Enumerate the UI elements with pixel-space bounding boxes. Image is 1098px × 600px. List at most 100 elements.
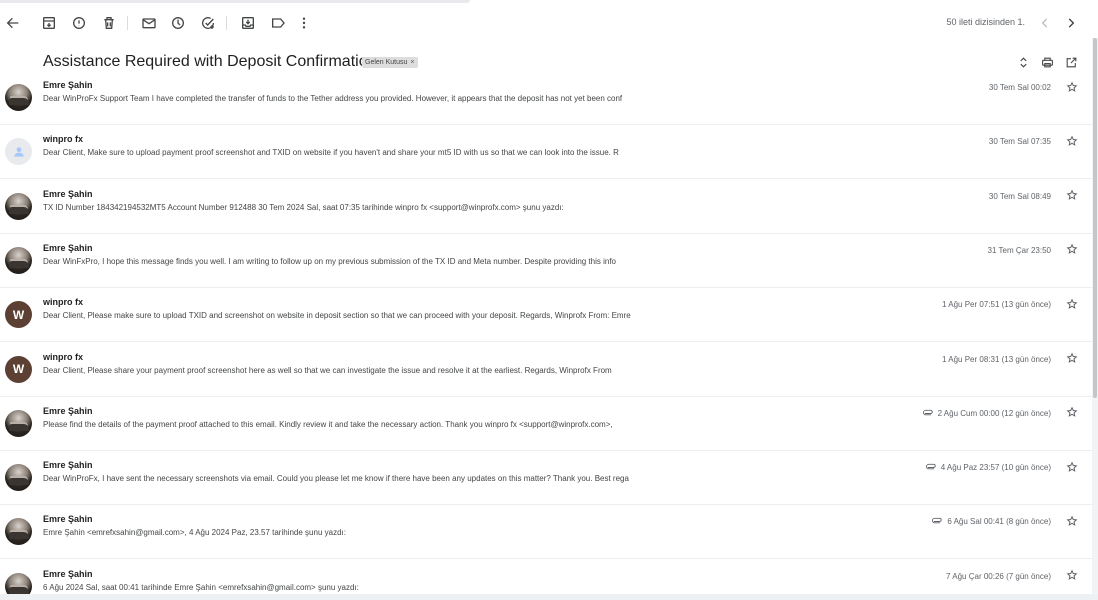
label-chip-inbox[interactable]: Gelen Kutusu × [362, 57, 418, 68]
label-chip-text: Gelen Kutusu [365, 59, 408, 66]
sender-name[interactable]: Emre Şahin [43, 514, 93, 524]
message-snippet: Dear WinProFx, I have sent the necessary… [43, 474, 629, 484]
avatar-photo [8, 98, 29, 105]
message-snippet: Dear Client, Please share your payment p… [43, 365, 612, 375]
sender-name[interactable]: winpro fx [43, 297, 83, 307]
avatar-letter: W [12, 362, 25, 376]
message-date: 6 Ağu Sal 00:41 (8 gün önce) [932, 517, 1051, 526]
message-date: 30 Tem Sal 08:49 [989, 192, 1051, 201]
avatar-photo [8, 532, 29, 540]
message-snippet: Dear Client, Please make sure to upload … [43, 311, 631, 321]
sender-name[interactable]: winpro fx [43, 134, 83, 144]
avatar-photo [8, 423, 29, 431]
message-row[interactable]: Emre Şahin Please find the details of the… [0, 397, 1092, 451]
avatar[interactable] [5, 409, 32, 437]
date-text: 1 Ağu Per 07:51 (13 gün önce) [942, 300, 1051, 310]
bottom-edge-strip [0, 594, 1098, 600]
toolbar-divider [226, 16, 227, 30]
star-icon[interactable] [1065, 297, 1078, 310]
message-date: 7 Ağu Çar 00:26 (7 gün önce) [946, 572, 1051, 581]
avatar[interactable] [5, 192, 32, 220]
person-icon [13, 147, 24, 157]
star-icon[interactable] [1065, 80, 1078, 93]
message-date: 4 Ağu Paz 23:57 (10 gün önce) [925, 463, 1051, 472]
date-text: 7 Ağu Çar 00:26 (7 gün önce) [946, 571, 1051, 581]
archive-icon[interactable] [40, 14, 58, 32]
sender-name[interactable]: winpro fx [43, 352, 83, 362]
message-toolbar: 50 ileti dizisinden 1. [0, 0, 1098, 46]
star-icon[interactable] [1065, 460, 1078, 473]
message-date: 2 Ağu Cum 00:00 (12 gün önce) [922, 408, 1051, 418]
snooze-icon[interactable] [169, 14, 187, 32]
message-row[interactable]: Emre Şahin Dear WinFxPro, I hope this mes… [0, 234, 1092, 288]
avatar[interactable] [5, 464, 32, 492]
add-task-icon[interactable] [199, 14, 217, 32]
scrollbar-thumb[interactable] [1093, 38, 1097, 398]
print-icon[interactable] [1040, 55, 1054, 69]
mark-unread-icon[interactable] [140, 14, 158, 32]
sender-name[interactable]: Emre Şahin [43, 569, 93, 579]
message-row[interactable]: Emre Şahin Dear WinProFx, I have sent the… [0, 451, 1092, 506]
date-text: 30 Tem Sal 08:49 [988, 191, 1051, 201]
avatar-photo [8, 206, 29, 214]
sender-name[interactable]: Emre Şahin [43, 406, 93, 416]
message-date: 1 Ağu Per 07:51 (13 gün önce) [942, 300, 1051, 309]
message-row[interactable]: Emre Şahin TX ID Number 184342194532MT5 A… [0, 180, 1092, 234]
chevron-left-icon[interactable] [1036, 14, 1054, 32]
label-icon[interactable] [269, 14, 287, 32]
date-text: 31 Tem Çar 23:50 [987, 245, 1051, 255]
message-row[interactable]: winpro fx Dear Client, Make sure to uploa… [0, 125, 1092, 180]
star-icon[interactable] [1065, 134, 1078, 147]
sender-name[interactable]: Emre Şahin [43, 460, 93, 470]
avatar[interactable] [5, 518, 32, 546]
avatar-photo [8, 260, 29, 268]
message-date: 30 Tem Sal 07:35 [989, 137, 1051, 146]
pager-count: 50 ileti dizisinden 1. [946, 17, 1025, 27]
more-vert-icon[interactable] [295, 14, 313, 32]
message-snippet: Dear Client, Make sure to upload payment… [43, 148, 619, 158]
chevron-right-icon[interactable] [1062, 14, 1080, 32]
message-snippet: Dear WinFxPro, I hope this message finds… [43, 256, 617, 266]
avatar[interactable]: W [5, 301, 32, 329]
avatar[interactable] [5, 84, 32, 111]
date-text: 2 Ağu Cum 00:00 (12 gün önce) [937, 408, 1051, 418]
open-new-window-icon[interactable] [1064, 55, 1078, 69]
star-icon[interactable] [1065, 189, 1078, 202]
avatar-photo [8, 586, 29, 594]
report-spam-icon[interactable] [70, 14, 88, 32]
message-snippet: TX ID Number 184342194532MT5 Account Num… [43, 202, 564, 212]
attachment-icon [925, 463, 937, 472]
date-text: 6 Ağu Sal 00:41 (8 gün önce) [947, 517, 1051, 527]
message-snippet: Emre Şahin <emrefxsahin@gmail.com>, 4 Ağ… [43, 528, 346, 538]
label-remove-button[interactable]: × [410, 59, 414, 66]
message-date: 31 Tem Çar 23:50 [988, 246, 1051, 255]
sender-name[interactable]: Emre Şahin [43, 80, 93, 90]
message-row[interactable]: Wwinpro fx Dear Client, Please share your… [0, 343, 1092, 397]
move-to-icon[interactable] [239, 14, 257, 32]
sender-name[interactable]: Emre Şahin [43, 243, 93, 253]
avatar[interactable] [5, 246, 32, 274]
attachment-icon [922, 409, 934, 418]
date-text: 1 Ağu Per 08:31 (13 gün önce) [942, 354, 1051, 364]
sender-name[interactable]: Emre Şahin [43, 189, 93, 199]
date-text: 30 Tem Sal 00:02 [988, 83, 1051, 92]
attachment-icon [932, 517, 943, 526]
delete-icon[interactable] [100, 14, 118, 32]
back-icon[interactable] [4, 14, 22, 32]
message-row[interactable]: Wwinpro fx Dear Client, Please make sure … [0, 288, 1092, 343]
star-icon[interactable] [1065, 352, 1078, 365]
message-date: 1 Ağu Per 08:31 (13 gün önce) [942, 355, 1051, 364]
scrollbar[interactable] [1092, 38, 1098, 594]
star-icon[interactable] [1065, 243, 1078, 256]
avatar-letter: W [12, 307, 25, 322]
date-text: 30 Tem Sal 07:35 [988, 137, 1051, 147]
avatar[interactable]: W [5, 355, 32, 383]
avatar[interactable] [5, 138, 32, 166]
star-icon[interactable] [1065, 569, 1078, 582]
message-row[interactable]: Emre Şahin Dear WinProFx Support Team I h… [0, 71, 1092, 125]
toolbar-divider [127, 16, 128, 30]
star-icon[interactable] [1065, 514, 1078, 527]
star-icon[interactable] [1065, 406, 1078, 419]
message-row[interactable]: Emre Şahin Emre Şahin <emrefxsahin@gmail.… [0, 505, 1092, 560]
expand-collapse-icon[interactable] [1016, 55, 1030, 69]
